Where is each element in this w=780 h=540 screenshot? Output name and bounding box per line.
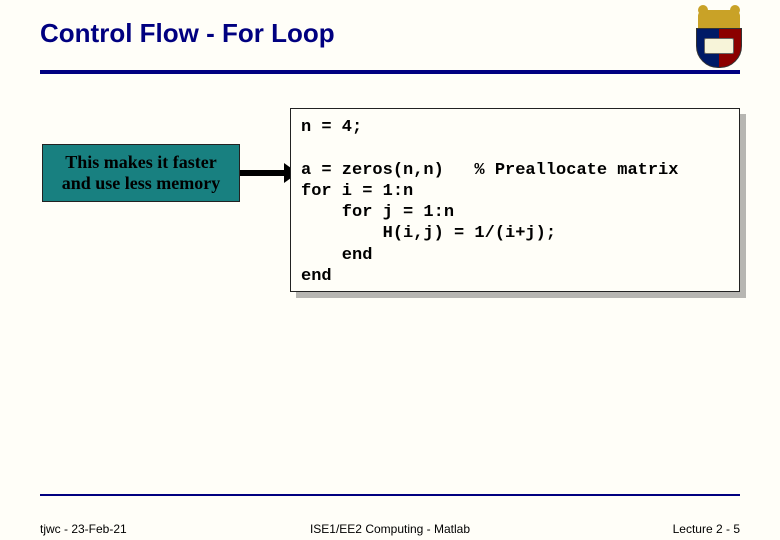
code-content: n = 4; a = zeros(n,n) % Preallocate matr… bbox=[301, 117, 729, 287]
footer-center: ISE1/EE2 Computing - Matlab bbox=[40, 522, 740, 536]
callout-box: This makes it faster and use less memory bbox=[42, 144, 240, 202]
page-title: Control Flow - For Loop bbox=[40, 18, 335, 49]
crest-logo bbox=[688, 10, 750, 72]
code-line: end bbox=[301, 246, 372, 265]
book-icon bbox=[704, 38, 734, 54]
header-divider bbox=[40, 70, 740, 74]
code-line: for j = 1:n bbox=[301, 203, 454, 222]
code-line: end bbox=[301, 267, 332, 286]
arrow-right-icon bbox=[240, 170, 286, 176]
footer-right: Lecture 2 - 5 bbox=[673, 522, 740, 536]
footer-divider bbox=[40, 494, 740, 496]
code-line: a = zeros(n,n) % Preallocate matrix bbox=[301, 161, 678, 180]
code-line: H(i,j) = 1/(i+j); bbox=[301, 224, 556, 243]
crown-icon bbox=[698, 10, 740, 30]
callout-text: This makes it faster and use less memory bbox=[49, 152, 233, 193]
code-line: for i = 1:n bbox=[301, 182, 413, 201]
slide: Control Flow - For Loop This makes it fa… bbox=[0, 0, 780, 540]
code-line: n = 4; bbox=[301, 118, 362, 137]
code-box: n = 4; a = zeros(n,n) % Preallocate matr… bbox=[290, 108, 740, 292]
